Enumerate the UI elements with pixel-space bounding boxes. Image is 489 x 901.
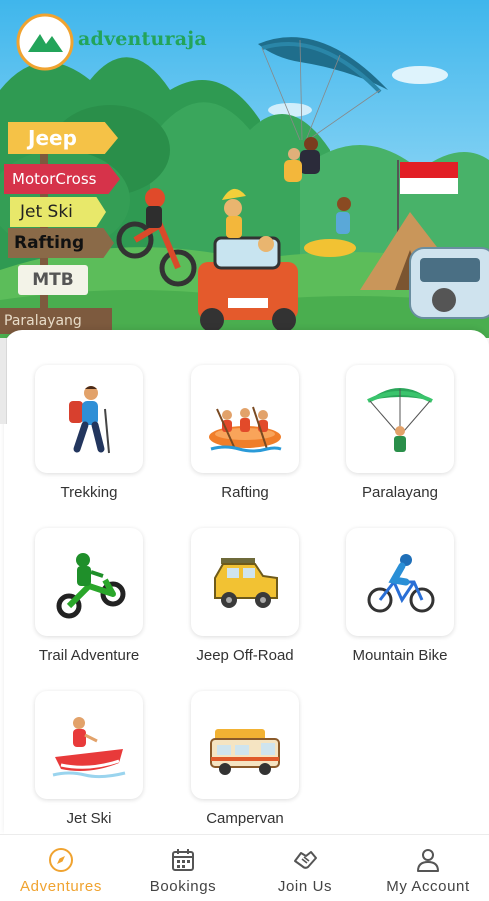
brand-name: adventuraja bbox=[78, 28, 207, 50]
adventure-label-paralayang: Paralayang bbox=[362, 484, 438, 501]
sign-rafting-label: Rafting bbox=[14, 233, 85, 253]
nav-bookings[interactable]: Bookings bbox=[122, 835, 244, 901]
bottom-navigation: Adventures Bookings Join Us My Account bbox=[0, 834, 489, 901]
sign-paralayang-label: Paralayang bbox=[4, 313, 82, 329]
user-icon bbox=[417, 849, 439, 872]
sign-motorcross: MotorCross bbox=[4, 164, 120, 194]
adventure-label-jeep-off-road: Jeep Off-Road bbox=[196, 647, 294, 664]
adventure-label-rafting: Rafting bbox=[221, 484, 269, 501]
adventure-tile-paralayang[interactable] bbox=[346, 365, 454, 473]
hero-banner: adventuraja Jeep MotorCross Jet Ski Raft… bbox=[0, 0, 489, 338]
compass-icon bbox=[49, 848, 73, 872]
sign-jeep: Jeep bbox=[8, 122, 118, 154]
paragliding-icon bbox=[367, 388, 433, 452]
nav-my-account[interactable]: My Account bbox=[367, 835, 489, 901]
mountain-bike-icon bbox=[367, 554, 435, 613]
side-drawer-handle[interactable] bbox=[0, 338, 7, 424]
nav-join-us[interactable]: Join Us bbox=[244, 835, 366, 901]
sign-jeep-label: Jeep bbox=[28, 126, 77, 150]
adventure-label-campervan: Campervan bbox=[206, 810, 284, 827]
adventure-tile-trail-adventure[interactable] bbox=[35, 528, 143, 636]
sign-mtb: MTB bbox=[18, 265, 88, 295]
sign-jet-ski-label: Jet Ski bbox=[20, 202, 73, 222]
nav-join-us-label: Join Us bbox=[277, 878, 333, 895]
sign-motorcross-label: MotorCross bbox=[12, 170, 97, 188]
sign-rafting: Rafting bbox=[8, 228, 114, 258]
adventure-tile-rafting[interactable] bbox=[191, 365, 299, 473]
jet-ski-icon bbox=[52, 717, 126, 779]
jeep-icon bbox=[214, 558, 278, 608]
adventure-label-jet-ski: Jet Ski bbox=[66, 810, 112, 827]
sign-jet-ski: Jet Ski bbox=[10, 197, 106, 227]
nav-adventures[interactable]: Adventures bbox=[0, 835, 122, 901]
adventure-tile-mountain-bike[interactable] bbox=[346, 528, 454, 636]
adventure-label-mountain-bike: Mountain Bike bbox=[352, 647, 448, 664]
trekking-icon bbox=[69, 386, 110, 454]
sign-mtb-label: MTB bbox=[32, 270, 74, 290]
handshake-icon bbox=[294, 851, 317, 869]
nav-bookings-label: Bookings bbox=[149, 878, 217, 895]
motocross-icon bbox=[56, 553, 126, 619]
nav-adventures-label: Adventures bbox=[20, 878, 102, 895]
adventure-tile-jeep-off-road[interactable] bbox=[191, 528, 299, 636]
rafting-icon bbox=[209, 406, 282, 453]
adventure-tile-campervan[interactable] bbox=[191, 691, 299, 799]
campervan-icon bbox=[210, 729, 280, 775]
calendar-icon bbox=[172, 849, 194, 871]
adventure-label-trail-adventure: Trail Adventure bbox=[38, 647, 140, 664]
adventure-label-trekking: Trekking bbox=[60, 484, 118, 501]
adventure-tile-trekking[interactable] bbox=[35, 365, 143, 473]
adventure-tile-jet-ski[interactable] bbox=[35, 691, 143, 799]
nav-my-account-label: My Account bbox=[386, 878, 470, 895]
